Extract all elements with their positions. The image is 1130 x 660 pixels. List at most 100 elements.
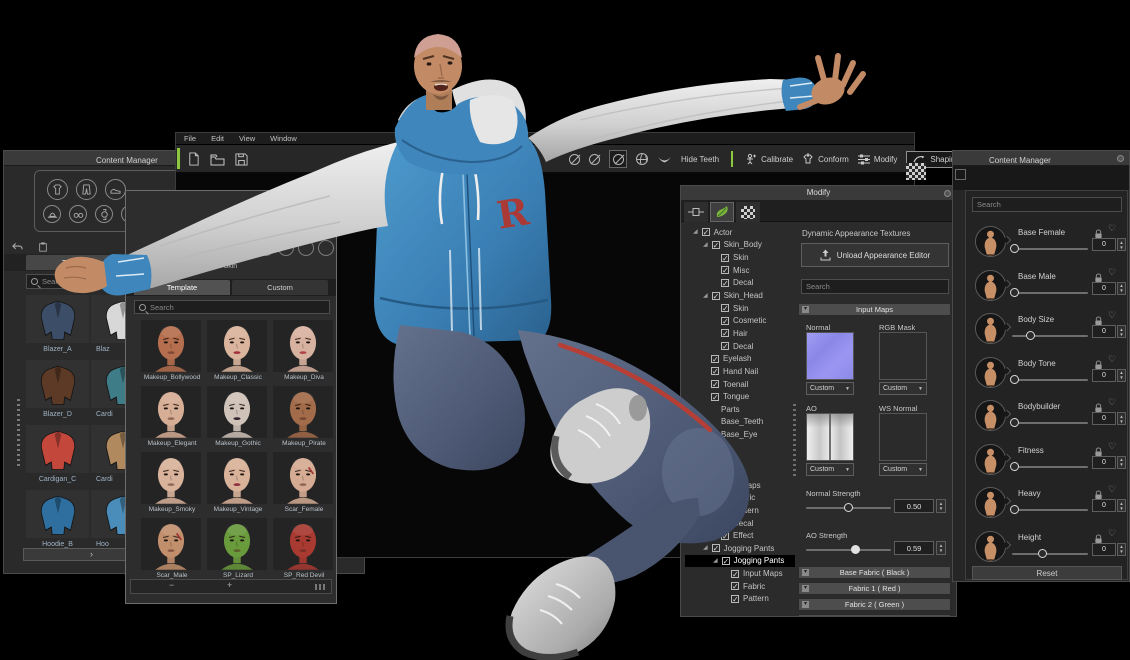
favorite-icon[interactable]: ♡ [1108,442,1116,451]
morph-slider-knob[interactable] [1010,462,1019,471]
expander-icon[interactable]: ◢ [703,292,708,300]
clipboard-icon[interactable] [35,239,50,254]
makeup-thumbnail[interactable] [207,320,267,372]
checkbox[interactable]: ✓ [721,304,729,312]
clothing-thumbnail[interactable] [26,295,89,343]
morph-slider-track[interactable] [1012,379,1088,381]
close-icon[interactable] [944,190,951,197]
view-mode-icon[interactable] [955,169,966,180]
menu-window[interactable]: Window [270,134,297,143]
tab-template-left[interactable]: Template [26,255,128,270]
input-maps-header[interactable]: ▾ Input Maps [798,303,951,316]
tree-item-input-maps[interactable]: Input Maps [685,479,795,492]
morph-value[interactable]: 0 [1092,369,1116,382]
reset-button[interactable]: Reset [972,566,1122,580]
makeup-thumbnail[interactable] [141,452,201,504]
glasses-icon[interactable] [69,205,87,223]
collapse-icon[interactable]: ▾ [802,306,809,313]
morph-avatar[interactable] [974,399,1007,432]
tree-item-skin-body[interactable]: ◢✓Skin_Body [685,239,795,252]
display-icon[interactable] [300,213,314,226]
makeup-thumbnail[interactable] [141,518,201,570]
morph-slider-knob[interactable] [1026,331,1035,340]
watch-icon[interactable] [95,205,113,223]
breadcrumb-special[interactable]: Special [156,263,179,270]
morph-slider-track[interactable] [1012,292,1088,294]
tree-item-pattern[interactable]: ✓Pattern [685,504,795,517]
morph-stepper[interactable]: ▲▼ [1117,325,1126,338]
morph-value[interactable]: 0 [1092,543,1116,556]
favorite-icon[interactable]: ♡ [1108,398,1116,407]
morph-slider-knob[interactable] [1038,549,1047,558]
texture-map-ws-normal[interactable] [879,413,927,461]
morph-stepper[interactable]: ▲▼ [1117,412,1126,425]
morph-slider-track[interactable] [1012,553,1088,555]
checkbox[interactable]: ✓ [721,266,729,274]
left-panel-grip[interactable] [17,396,20,466]
tree-scrollbar[interactable] [793,401,796,476]
morph-avatar[interactable] [974,312,1007,345]
checkbox[interactable]: ✓ [731,595,739,603]
makeup-thumbnail[interactable] [207,386,267,438]
morph-avatar[interactable] [974,225,1007,258]
map-source-dropdown[interactable]: Custom▼ [879,382,927,395]
tree-item-decal[interactable]: ✓Decal [685,277,795,290]
morph-stepper[interactable]: ▲▼ [1117,238,1126,251]
makeup-thumbnail[interactable] [273,320,333,372]
makeup-item-scar-male[interactable]: Scar_Male [140,517,204,581]
checkbox[interactable]: ✓ [721,532,729,540]
hat-icon[interactable] [43,205,61,223]
hide-teeth-label[interactable]: Hide Teeth [681,155,719,164]
texture-map-normal[interactable] [806,332,854,380]
checkbox[interactable]: ✓ [711,393,719,401]
calibrate-button[interactable]: Calibrate [745,153,793,165]
morph-stepper[interactable]: ▲▼ [1117,369,1126,382]
slash-circle-icon[interactable] [589,154,600,165]
makeup-thumbnail[interactable] [207,518,267,570]
makeup-thumbnail[interactable] [207,452,267,504]
tree-item-jogging-pants[interactable]: ◢✓Jogging Pants [685,555,795,568]
morph-slider-knob[interactable] [1010,505,1019,514]
tree-item-effect[interactable]: ✓Effect [685,529,795,542]
tree-item-skin[interactable]: ✓Skin [685,251,795,264]
clothing-item-blazer-d[interactable]: Blazer_D [25,359,90,424]
preset-circle-icon[interactable] [278,240,294,256]
slider-track-normal-strength[interactable] [806,507,891,509]
tree-item-pattern[interactable]: ✓Pattern [685,593,795,606]
tree-item-fabric[interactable]: ✓Fabric [685,580,795,593]
makeup-item-makeup-gothic[interactable]: Makeup_Gothic [206,385,270,449]
favorite-icon[interactable]: ♡ [1108,485,1116,494]
morph-value[interactable]: 0 [1092,282,1116,295]
modify-panel-titlebar[interactable]: Modify [681,186,956,200]
morph-slider-knob[interactable] [1010,244,1019,253]
expander-icon[interactable]: ◢ [703,241,708,249]
tree-item-tongue[interactable]: ✓Tongue [685,390,795,403]
value-stepper[interactable]: ▲▼ [936,541,946,555]
expander-icon[interactable]: ◢ [703,544,708,552]
favorite-icon[interactable]: ♡ [1108,311,1116,320]
menu-file[interactable]: File [184,134,196,143]
globe-icon[interactable] [636,153,648,165]
tree-item-base-eye[interactable]: Base_Eye [685,428,795,441]
makeup-item-makeup-elegant[interactable]: Makeup_Elegant [140,385,204,449]
menu-edit[interactable]: Edit [211,134,224,143]
morph-value[interactable]: 0 [1092,412,1116,425]
conform-button[interactable]: Conform [802,153,849,165]
tree-item-eyelash[interactable]: ✓Eyelash [685,352,795,365]
right-panel-titlebar[interactable]: Content Manager [953,151,1129,166]
preset-search-input[interactable]: Search [134,300,330,314]
tree-item-skin-head[interactable]: ◢✓Skin_Head [685,289,795,302]
morph-slider-knob[interactable] [1010,288,1019,297]
slider-track-ao-strength[interactable] [806,549,891,551]
slider-knob[interactable] [851,545,860,554]
resize-grip[interactable] [315,584,325,590]
tab-appearance[interactable] [710,202,734,222]
unload-appearance-editor-button[interactable]: Unload Appearance Editor [801,243,949,267]
save-icon[interactable] [234,152,249,167]
slider-value[interactable]: 0.59 [894,541,934,555]
undo-icon[interactable] [10,239,25,254]
preset-circle-icon[interactable] [298,240,314,256]
checkbox[interactable]: ✓ [721,329,729,337]
checkbox[interactable]: ✓ [721,494,729,502]
preset-circle-icon[interactable] [218,240,234,256]
